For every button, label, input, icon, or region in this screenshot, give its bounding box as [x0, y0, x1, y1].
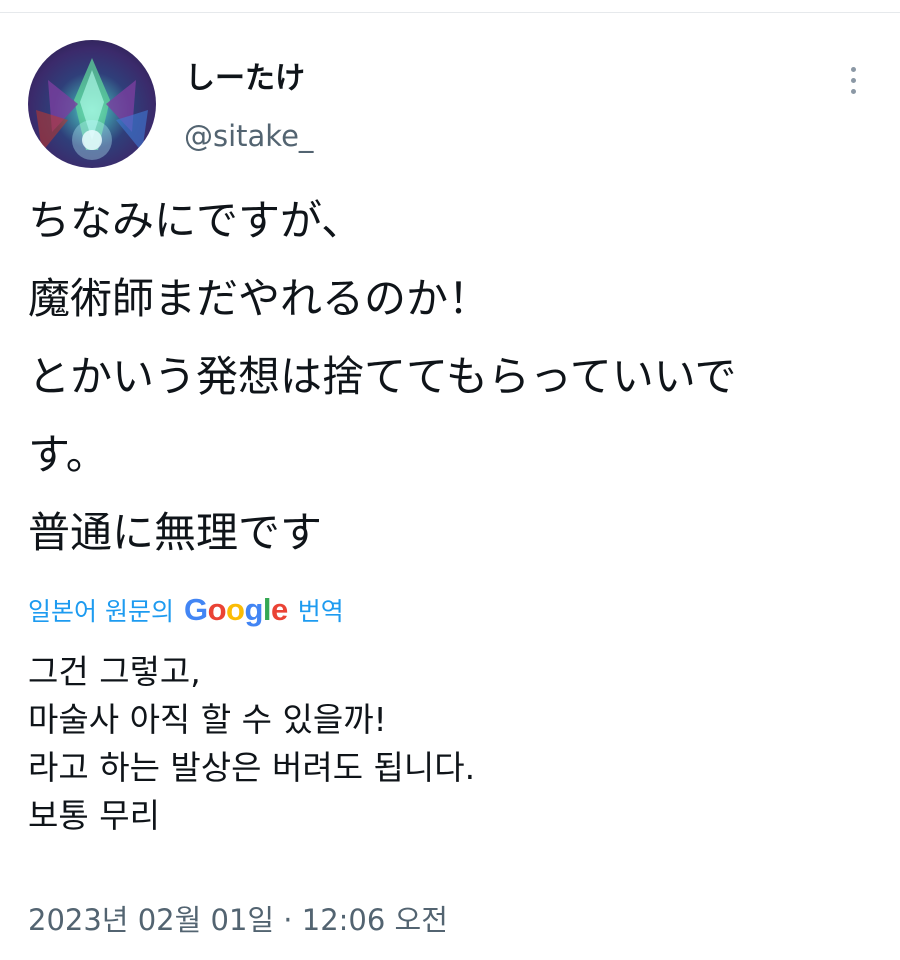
tweet-text-line: 魔術師まだやれるのか！	[28, 274, 491, 323]
tweet-text-line: 普通に無理です	[28, 508, 323, 557]
translated-text: 그건 그렇고, 마술사 아직 할 수 있을까! 라고 하는 발상은 버려도 됩니…	[28, 648, 878, 840]
translate-suffix: 번역	[297, 597, 344, 626]
tweet-text: ちなみにですが、 魔術師まだやれるのか！ とかいう発想は捨ててもらっていいで す…	[28, 182, 878, 572]
tweet-text-line: す。	[28, 430, 108, 479]
author-display-name[interactable]: しーたけ	[185, 60, 305, 98]
tweet-timestamp[interactable]: 2023년 02월 01일 · 12:06 오전	[28, 898, 448, 942]
more-vertical-icon[interactable]	[836, 60, 870, 100]
more-dot	[850, 77, 856, 83]
translate-link[interactable]: 일본어 원문의 Google 번역	[28, 592, 344, 628]
tweet-text-line: とかいう発想は捨ててもらっていいで	[28, 352, 737, 401]
more-dot	[850, 66, 856, 72]
translate-prefix: 일본어 원문의	[28, 597, 174, 626]
translated-text-line: 보통 무리	[28, 796, 160, 835]
more-dot	[850, 88, 856, 94]
translated-text-line: 그건 그렇고,	[28, 652, 201, 691]
translated-text-line: 마술사 아직 할 수 있을까!	[28, 700, 387, 739]
translated-text-line: 라고 하는 발상은 버려도 됩니다.	[28, 748, 476, 787]
tweet-text-line: ちなみにですが、	[28, 196, 364, 245]
google-logo: Google	[183, 592, 288, 627]
top-divider	[0, 12, 900, 13]
author-handle[interactable]: @sitake_	[184, 117, 313, 155]
user-avatar-icon[interactable]	[28, 40, 156, 168]
